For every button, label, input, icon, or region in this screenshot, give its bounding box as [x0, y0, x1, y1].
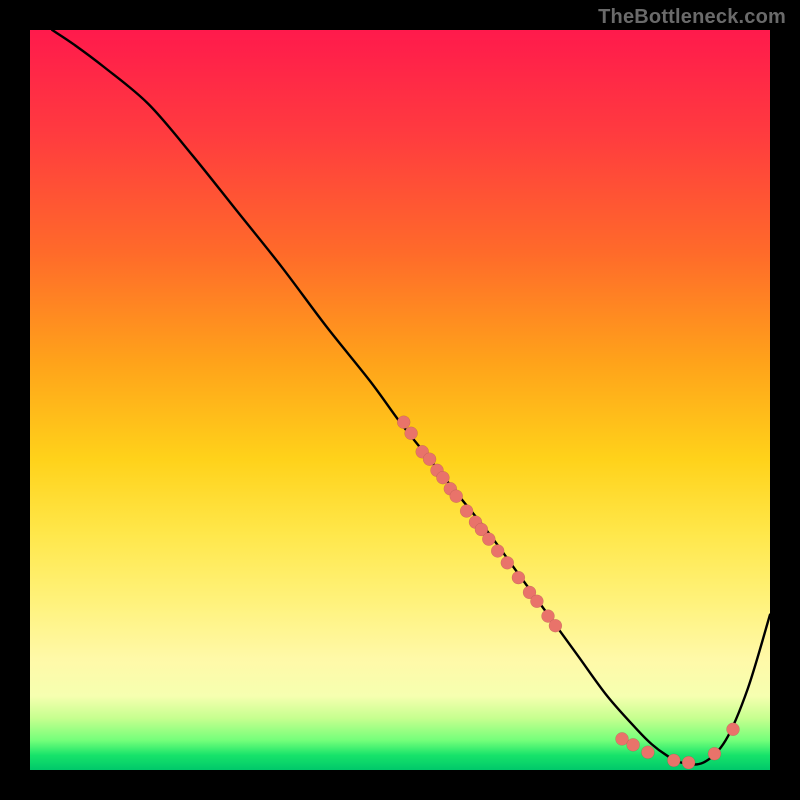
data-point — [460, 505, 473, 518]
data-point — [423, 453, 436, 466]
data-point — [727, 723, 740, 736]
data-point — [627, 738, 640, 751]
data-point — [641, 746, 654, 759]
outer-frame: TheBottleneck.com — [0, 0, 800, 800]
data-point — [530, 595, 543, 608]
data-point — [667, 754, 680, 767]
data-point — [549, 619, 562, 632]
data-point — [436, 471, 449, 484]
bottleneck-curve — [52, 30, 770, 765]
data-point — [397, 416, 410, 429]
chart-svg — [30, 30, 770, 770]
data-point — [450, 490, 463, 503]
data-point — [708, 747, 721, 760]
data-point — [682, 756, 695, 769]
highlight-points — [397, 416, 739, 769]
data-point — [482, 533, 495, 546]
watermark-text: TheBottleneck.com — [598, 6, 786, 29]
data-point — [405, 427, 418, 440]
data-point — [501, 556, 514, 569]
data-point — [512, 571, 525, 584]
data-point — [491, 544, 504, 557]
